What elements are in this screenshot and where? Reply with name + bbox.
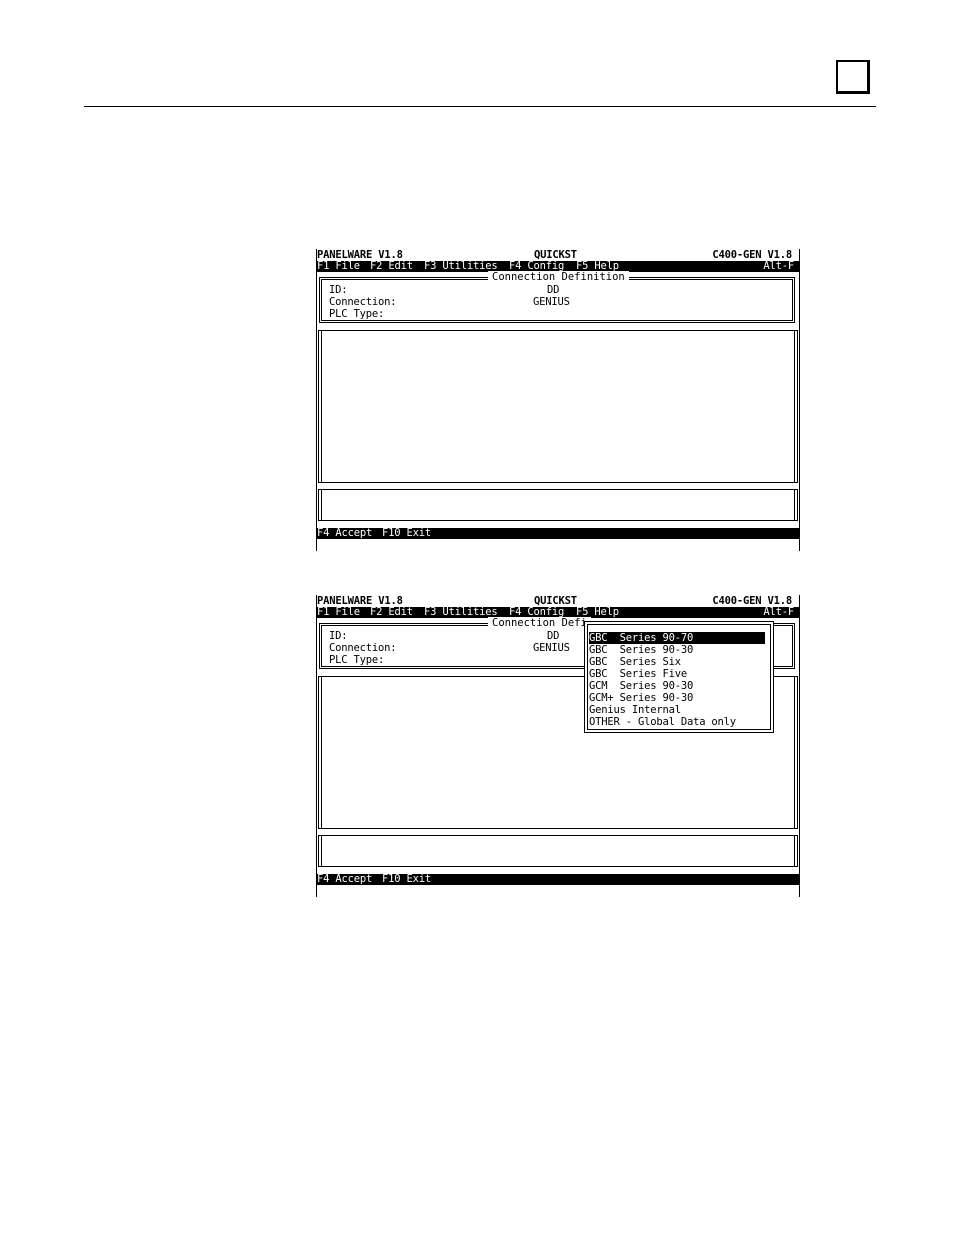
plc-type-dropdown[interactable]: GBC Series 90-70 GBC Series 90-30 GBC Se… [584, 621, 774, 733]
plc-type-label: PLC Type: [329, 308, 385, 320]
plc-option[interactable]: OTHER - Global Data only [589, 716, 765, 728]
panel-title: Connection Definition [488, 271, 629, 283]
accept-key[interactable]: F4 Accept [317, 527, 372, 539]
menu-file[interactable]: F1 File [317, 260, 360, 272]
menu-utilities[interactable]: F3 Utilities [424, 606, 498, 618]
terminal-screen-1: PANELWARE V1.8 QUICKST C400-GEN V1.8 F1 … [316, 249, 800, 551]
message-area [318, 489, 798, 521]
menu-file[interactable]: F1 File [317, 606, 360, 618]
accept-key[interactable]: F4 Accept [317, 873, 372, 885]
exit-key[interactable]: F10 Exit [382, 527, 431, 539]
menu-shortcut-hint: Alt-F [763, 606, 794, 618]
function-key-bar: F4 Accept F10 Exit [316, 873, 800, 885]
screen-left-edge [316, 249, 317, 551]
page-header-rule [84, 106, 876, 107]
menu-edit[interactable]: F2 Edit [370, 260, 413, 272]
plc-option[interactable]: GCM+ Series 90-30 [589, 692, 765, 704]
connection-field[interactable]: GENIUS [533, 642, 570, 654]
connection-field[interactable]: GENIUS [533, 296, 570, 308]
function-key-bar: F4 Accept F10 Exit [316, 527, 800, 539]
menu-shortcut-hint: Alt-F [763, 260, 794, 272]
id-field[interactable]: DD [547, 284, 559, 296]
screen-left-edge [316, 595, 317, 897]
section-tab-marker [836, 60, 870, 94]
exit-key[interactable]: F10 Exit [382, 873, 431, 885]
plc-option[interactable]: GBC Series Six [589, 656, 765, 668]
plc-option[interactable]: GCM Series 90-30 [589, 680, 765, 692]
menu-edit[interactable]: F2 Edit [370, 606, 413, 618]
id-field[interactable]: DD [547, 630, 559, 642]
connection-definition-panel: Connection Definition ID: DD Connection:… [319, 271, 795, 323]
message-area [318, 835, 798, 867]
connection-label: Connection: [329, 642, 397, 654]
plc-option[interactable]: GBC Series 90-30 [589, 644, 765, 656]
connection-label: Connection: [329, 296, 397, 308]
plc-option[interactable]: Genius Internal [589, 704, 765, 716]
work-area [318, 330, 798, 483]
terminal-screen-2: PANELWARE V1.8 QUICKST C400-GEN V1.8 F1 … [316, 595, 800, 897]
id-label: ID: [329, 630, 348, 642]
id-label: ID: [329, 284, 348, 296]
menu-utilities[interactable]: F3 Utilities [424, 260, 498, 272]
plc-option[interactable]: GBC Series Five [589, 668, 765, 680]
plc-type-label: PLC Type: [329, 654, 385, 666]
plc-option[interactable]: GBC Series 90-70 [589, 632, 765, 644]
screen-right-edge [799, 595, 800, 897]
screen-right-edge [799, 249, 800, 551]
panel-title: Connection Defi [488, 617, 591, 629]
